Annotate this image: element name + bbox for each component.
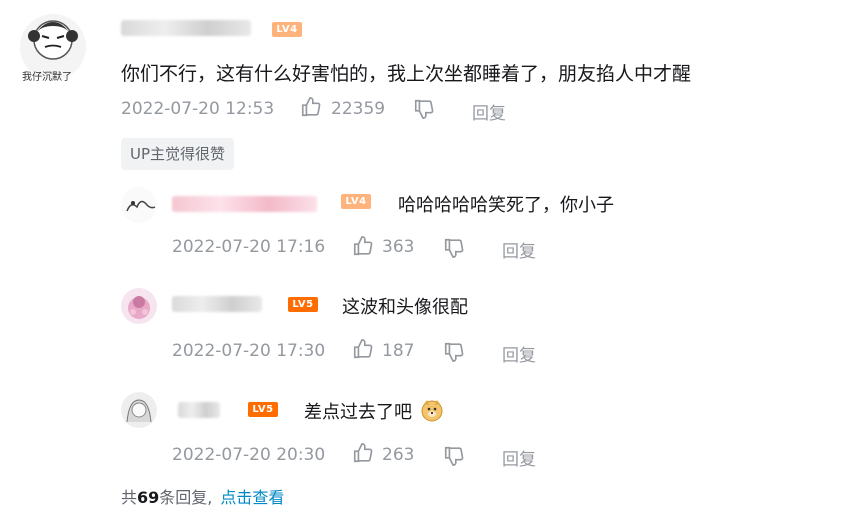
reply-button[interactable]: 回复	[502, 341, 536, 366]
thumbs-down-icon[interactable]	[443, 341, 465, 367]
comment-time: 2022-07-20 12:53	[121, 99, 275, 119]
like-count: 263	[382, 445, 415, 465]
reply-content: 这波和头像很配	[342, 297, 468, 318]
view-more-link[interactable]: 点击查看	[220, 488, 284, 507]
reply-button[interactable]: 回复	[472, 99, 506, 124]
reply-avatar[interactable]	[121, 288, 157, 324]
reply-count-line: 共69条回复, 点击查看	[121, 484, 284, 508]
thumbs-up-icon[interactable]	[352, 235, 374, 261]
up-liked-badge: UP主觉得很赞	[121, 138, 235, 170]
level-badge: LV4	[272, 22, 302, 37]
reply-avatar[interactable]	[121, 187, 157, 223]
reply-time: 2022-07-20 17:30	[172, 341, 326, 361]
like-count: 363	[382, 237, 415, 257]
reply-text: 差点过去了吧	[304, 402, 412, 423]
reply-time: 2022-07-20 17:16	[172, 237, 326, 257]
reply-button[interactable]: 回复	[502, 445, 536, 470]
reply-avatar[interactable]	[121, 392, 157, 428]
reply-username[interactable]	[172, 296, 262, 312]
thumbs-down-icon[interactable]	[443, 445, 465, 471]
reply-username[interactable]	[172, 196, 317, 212]
like-count: 22359	[331, 99, 386, 119]
level-badge: LV4	[341, 194, 371, 209]
username[interactable]	[121, 20, 251, 36]
thumbs-down-icon[interactable]	[443, 237, 465, 263]
avatar-caption: 我仔沉默了	[22, 72, 72, 83]
reply-count: 69	[137, 488, 160, 507]
thumbs-down-icon[interactable]	[413, 98, 435, 124]
reply-button[interactable]: 回复	[502, 237, 536, 262]
thumbs-up-icon[interactable]	[300, 96, 322, 122]
reply-count-prefix: 共	[121, 488, 138, 507]
thumbs-up-icon[interactable]	[352, 442, 374, 468]
reply-count-suffix: 条回复,	[159, 488, 213, 507]
reply-content: 差点过去了吧	[304, 398, 444, 427]
thumbs-up-icon[interactable]	[352, 338, 374, 364]
comment-content: 你们不行，这有什么好害怕的，我上次坐都睡着了，朋友掐人中才醒	[121, 63, 692, 85]
reply-content: 哈哈哈哈哈笑死了，你小子	[398, 195, 614, 216]
reply-time: 2022-07-20 20:30	[172, 445, 326, 465]
reply-username[interactable]	[178, 402, 220, 418]
level-badge: LV5	[248, 402, 278, 417]
doge-emoji-icon	[420, 398, 444, 427]
like-count: 187	[382, 341, 415, 361]
level-badge: LV5	[288, 297, 318, 312]
